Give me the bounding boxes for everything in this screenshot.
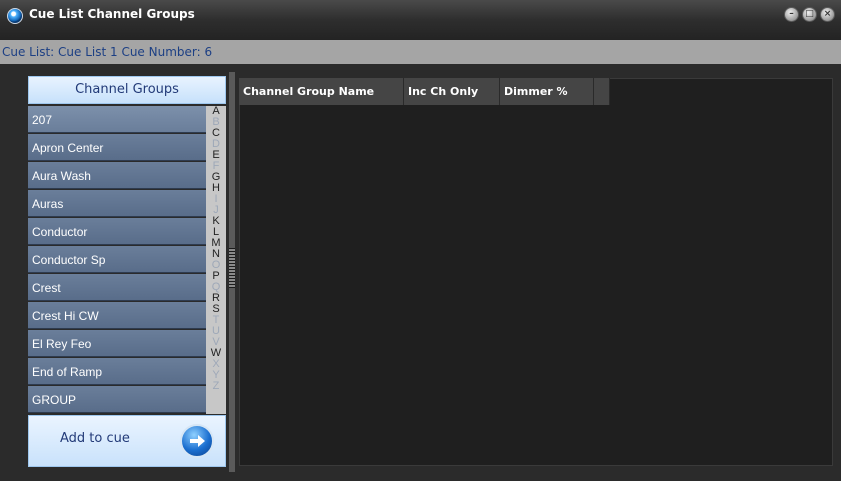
maximize-icon: □ bbox=[805, 9, 814, 19]
list-item-label: Auras bbox=[32, 197, 64, 211]
list-item-label: Crest Hi CW bbox=[32, 309, 99, 323]
list-item-label: End of Ramp bbox=[32, 365, 103, 379]
list-item-label: Conductor bbox=[32, 225, 88, 239]
channel-groups-header: Channel Groups bbox=[28, 76, 226, 104]
list-item-label: 207 bbox=[32, 113, 53, 127]
cue-groups-grid bbox=[239, 78, 833, 466]
list-item[interactable]: Crest bbox=[28, 274, 206, 301]
list-item[interactable]: Conductor bbox=[28, 218, 206, 245]
list-item[interactable]: Crest Hi CW bbox=[28, 302, 206, 329]
column-header-inc-ch-only[interactable]: Inc Ch Only bbox=[404, 78, 500, 105]
list-item[interactable]: El Rey Feo bbox=[28, 330, 206, 357]
column-header-channel-group-name[interactable]: Channel Group Name bbox=[239, 78, 404, 105]
list-item-label: El Rey Feo bbox=[32, 337, 92, 351]
add-to-cue-button[interactable]: Add to cue bbox=[28, 415, 226, 467]
add-to-cue-label: Add to cue bbox=[60, 431, 130, 446]
list-item-label: GROUP bbox=[32, 393, 77, 407]
list-item-label: Aura Wash bbox=[32, 169, 91, 183]
close-icon: × bbox=[823, 9, 832, 19]
arrow-right-icon[interactable] bbox=[180, 424, 214, 458]
channel-groups-title: Channel Groups bbox=[75, 82, 179, 97]
app-logo-icon bbox=[7, 8, 23, 24]
alpha-index-letter[interactable]: Z bbox=[206, 381, 226, 392]
list-item-label: Crest bbox=[32, 281, 61, 295]
window-title: Cue List Channel Groups bbox=[29, 7, 195, 21]
column-header-extra bbox=[594, 78, 610, 105]
list-item[interactable]: GROUP bbox=[28, 386, 206, 413]
minimize-button[interactable]: – bbox=[784, 7, 799, 22]
list-item[interactable]: End of Ramp bbox=[28, 358, 206, 385]
list-item[interactable]: Aura Wash bbox=[28, 162, 206, 189]
list-item[interactable]: 207 bbox=[28, 106, 206, 133]
alphabet-index: ABCDEFGHIJKLMNOPQRSTUVWXYZ bbox=[206, 106, 226, 414]
close-button[interactable]: × bbox=[820, 7, 835, 22]
channel-group-list: 207 Apron Center Aura Wash Auras Conductor Co… bbox=[28, 106, 206, 414]
list-item[interactable]: Conductor Sp bbox=[28, 246, 206, 273]
maximize-button[interactable]: □ bbox=[802, 7, 817, 22]
list-item[interactable]: Auras bbox=[28, 190, 206, 217]
title-bar: Cue List Channel Groups – □ × bbox=[0, 0, 841, 40]
list-item-label: Conductor Sp bbox=[32, 253, 106, 267]
splitter-grip-icon[interactable] bbox=[229, 248, 235, 288]
list-item[interactable]: Apron Center bbox=[28, 134, 206, 161]
cue-info-bar: Cue List: Cue List 1 Cue Number: 6 bbox=[0, 40, 841, 64]
grid-header: Channel Group Name Inc Ch Only Dimmer % bbox=[239, 78, 610, 105]
cue-info-text: Cue List: Cue List 1 Cue Number: 6 bbox=[2, 45, 213, 59]
column-header-dimmer[interactable]: Dimmer % bbox=[500, 78, 594, 105]
minimize-icon: – bbox=[789, 9, 794, 19]
list-item-label: Apron Center bbox=[32, 141, 104, 155]
